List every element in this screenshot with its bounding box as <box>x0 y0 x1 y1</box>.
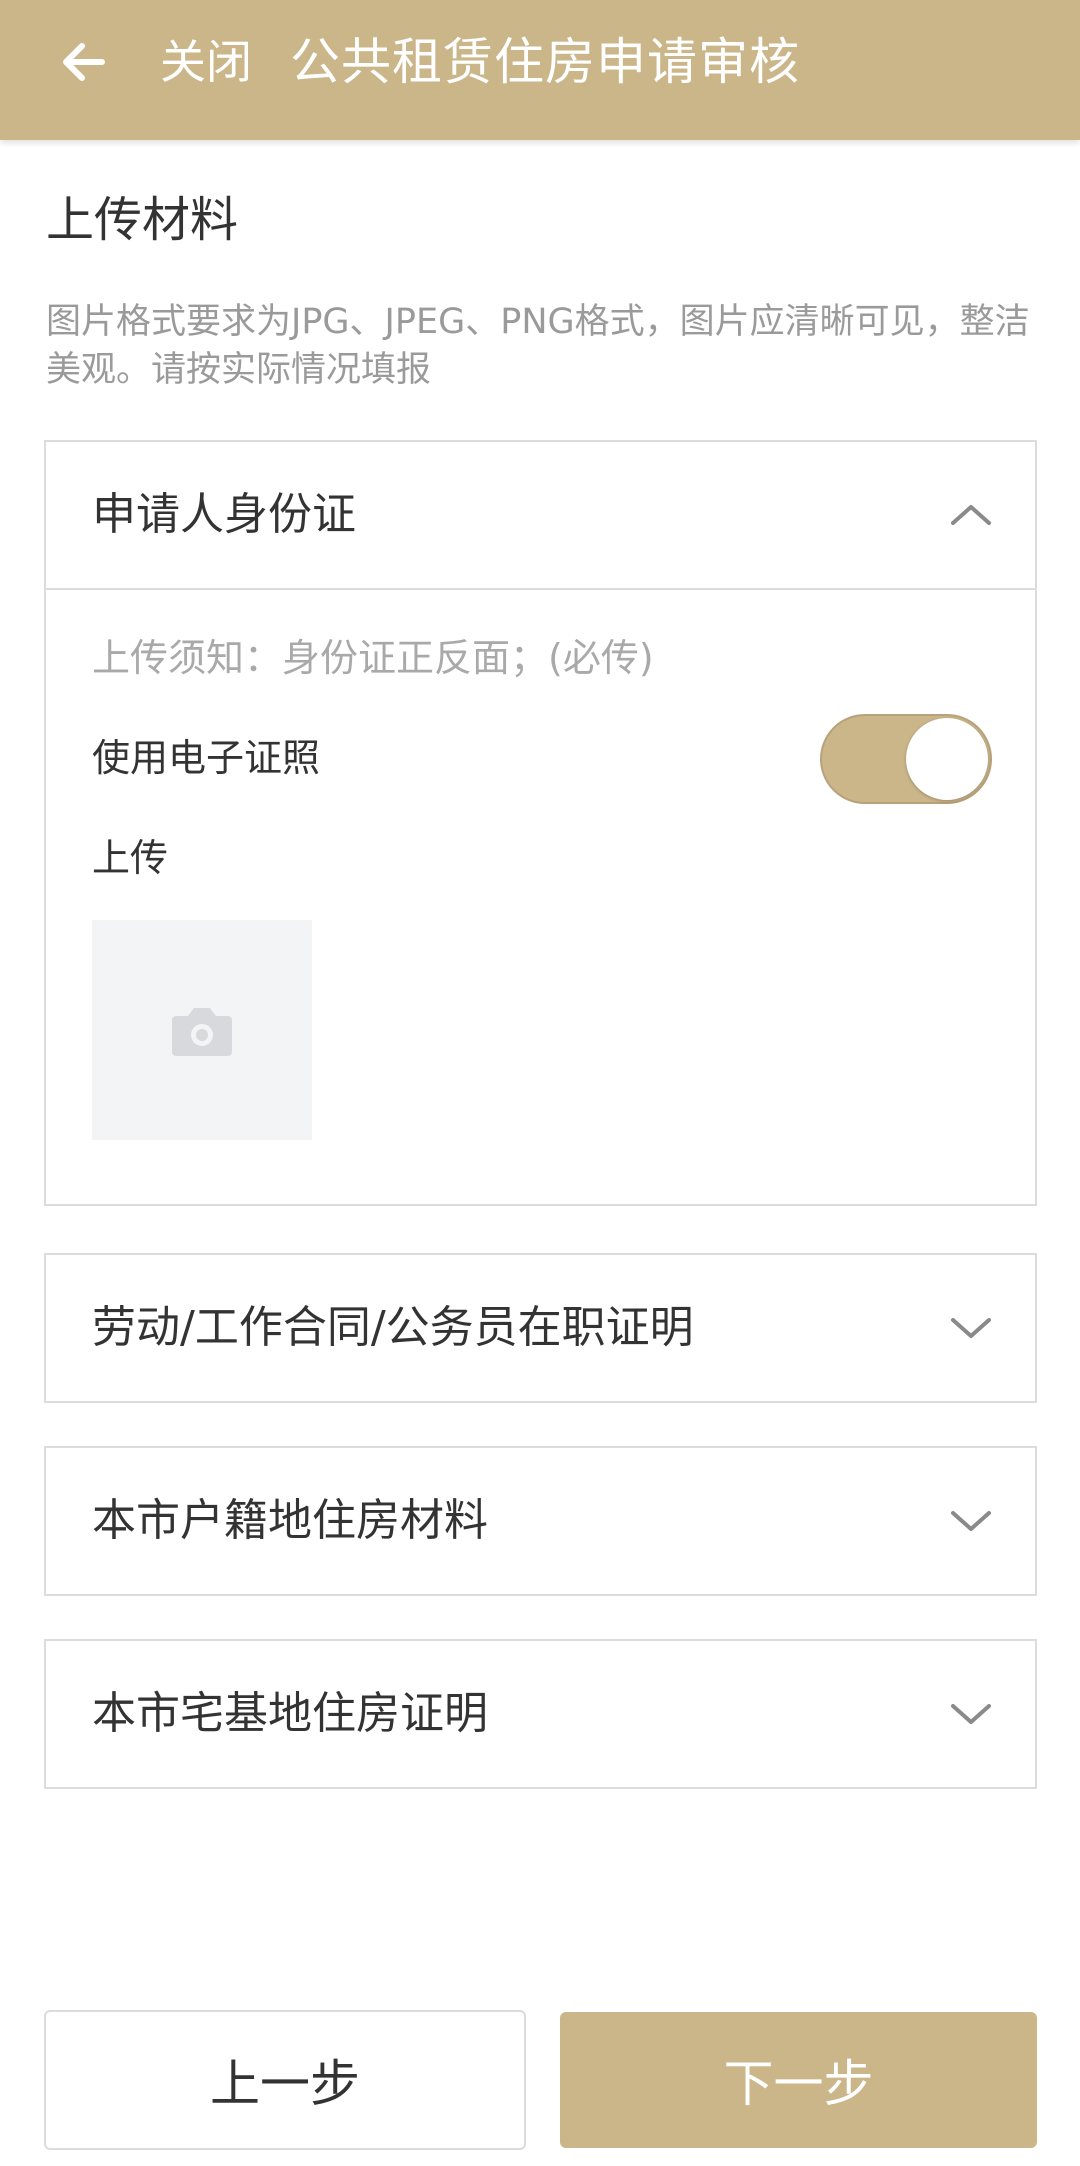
prev-step-button[interactable]: 上一步 <box>44 2010 526 2150</box>
chevron-down-icon <box>951 1318 991 1338</box>
panel-title: 劳动/工作合同/公务员在职证明 <box>92 1302 694 1353</box>
camera-icon <box>172 1008 232 1056</box>
panel-labor-contract: 劳动/工作合同/公务员在职证明 <box>44 1253 1037 1403</box>
panel-header-household-housing[interactable]: 本市户籍地住房材料 <box>46 1448 1035 1594</box>
panel-applicant-id: 申请人身份证 上传须知：身份证正反面；(必传) 使用电子证照 上传 <box>44 440 1037 1206</box>
toggle-knob <box>906 718 988 800</box>
panel-header-applicant-id[interactable]: 申请人身份证 <box>46 442 1035 588</box>
e-certificate-label: 使用电子证照 <box>92 736 321 780</box>
upload-notice: 上传须知：身份证正反面；(必传) <box>92 636 654 680</box>
next-step-button[interactable]: 下一步 <box>560 2012 1037 2148</box>
panel-household-housing: 本市户籍地住房材料 <box>44 1446 1037 1596</box>
panel-header-homestead-housing[interactable]: 本市宅基地住房证明 <box>46 1641 1035 1787</box>
image-upload-button[interactable] <box>92 920 312 1140</box>
close-button[interactable]: 关闭 <box>160 30 252 94</box>
arrow-left-icon <box>63 43 105 81</box>
section-title: 上传材料 <box>46 192 239 248</box>
upload-label: 上传 <box>92 836 169 880</box>
upload-hint: 图片格式要求为JPG、JPEG、PNG格式，图片应清晰可见，整洁美观。请按实际情… <box>46 302 1030 390</box>
panel-header-labor-contract[interactable]: 劳动/工作合同/公务员在职证明 <box>46 1255 1035 1401</box>
panel-title: 申请人身份证 <box>92 489 356 540</box>
panel-title: 本市户籍地住房材料 <box>92 1495 488 1546</box>
panel-homestead-housing: 本市宅基地住房证明 <box>44 1639 1037 1789</box>
app-header: 关闭 公共租赁住房申请审核 <box>0 0 1080 140</box>
page-title: 公共租赁住房申请审核 <box>290 33 800 91</box>
chevron-down-icon <box>951 1704 991 1724</box>
e-certificate-toggle[interactable] <box>820 714 992 804</box>
panel-body-applicant-id: 上传须知：身份证正反面；(必传) 使用电子证照 上传 <box>46 588 1035 1204</box>
chevron-up-icon <box>951 505 991 525</box>
back-button[interactable] <box>52 30 116 94</box>
panel-title: 本市宅基地住房证明 <box>92 1688 488 1739</box>
chevron-down-icon <box>951 1511 991 1531</box>
